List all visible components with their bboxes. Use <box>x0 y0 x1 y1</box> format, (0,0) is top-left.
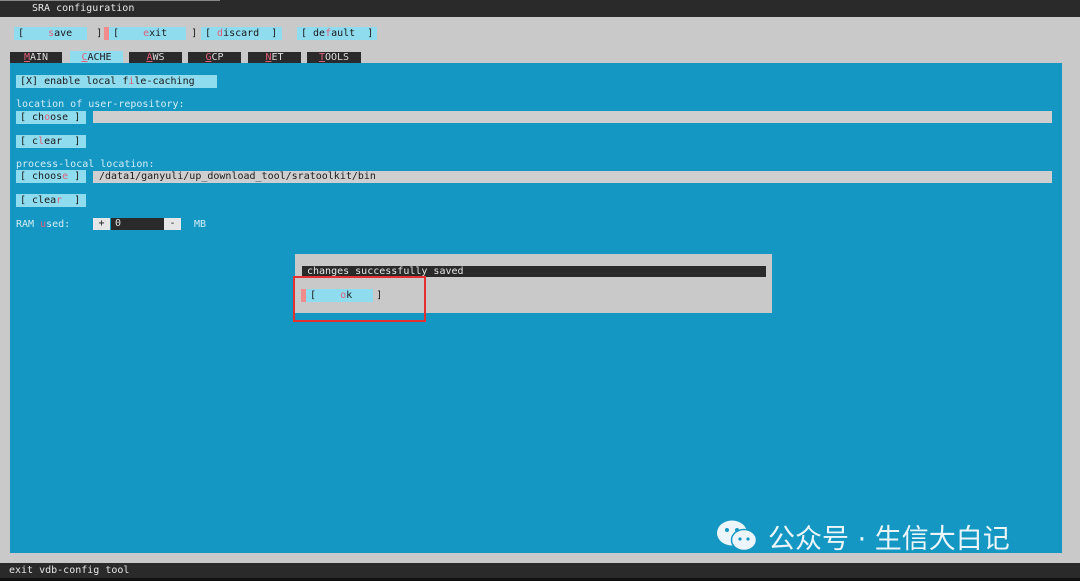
save-button[interactable]: [ save ] <box>14 27 102 40</box>
enable-local-caching-checkbox[interactable]: [X] enable local file-caching <box>16 75 217 88</box>
ram-used-label: RAM used: <box>16 219 71 230</box>
ram-decrease-button[interactable]: - <box>164 218 181 230</box>
process-local-clear-button[interactable]: [ clear ] <box>16 194 86 207</box>
status-bar: exit vdb-config tool <box>0 563 1080 581</box>
title-bar: SRA configuration <box>0 0 1080 17</box>
default-button[interactable]: [ default ] <box>297 27 377 40</box>
window-title: SRA configuration <box>32 3 135 14</box>
tab-tools[interactable]: TOOLS <box>307 52 361 63</box>
status-text: exit vdb-config tool <box>9 565 130 576</box>
ram-increase-button[interactable]: + <box>93 218 110 230</box>
ram-value-input[interactable]: 0 <box>111 218 164 230</box>
tab-aws[interactable]: AWS <box>129 52 182 63</box>
user-repository-label: location of user-repository: <box>16 99 185 110</box>
process-local-field[interactable]: /data1/ganyuli/up_download_tool/sratoolk… <box>93 171 1052 183</box>
wechat-icon <box>717 520 758 552</box>
process-local-choose-button[interactable]: [ choose ] <box>16 170 86 183</box>
discard-button[interactable]: [ discard ] <box>201 27 282 40</box>
user-repository-field[interactable] <box>93 111 1052 123</box>
user-repository-choose-button[interactable]: [ choose ] <box>16 111 86 124</box>
tab-gcp[interactable]: GCP <box>188 52 241 63</box>
exit-button[interactable]: [ exit ] <box>109 27 197 40</box>
tab-main[interactable]: MAIN <box>10 52 62 63</box>
annotation-highlight-box <box>293 276 426 322</box>
user-repository-clear-button[interactable]: [ clear ] <box>16 135 86 148</box>
watermark: 公众号 · 生信大白记 <box>716 518 1010 555</box>
watermark-text: 公众号 · 生信大白记 <box>768 523 1010 555</box>
tab-net[interactable]: NET <box>248 52 301 63</box>
process-local-label: process-local location: <box>16 159 155 170</box>
terminal-window: SRA configuration [ save ] [ exit ] [ di… <box>0 0 1080 581</box>
ram-unit-label: MB <box>194 219 207 230</box>
title-underline <box>0 0 220 1</box>
